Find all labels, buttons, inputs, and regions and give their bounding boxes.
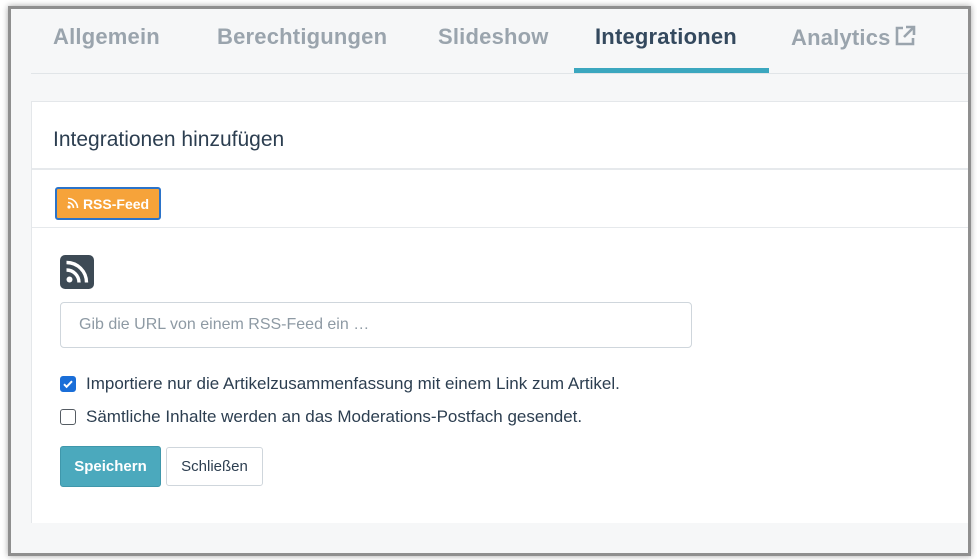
moderation-label: Sämtliche Inhalte werden an das Moderati…	[86, 407, 583, 426]
moderation-option[interactable]: Sämtliche Inhalte werden an das Moderati…	[60, 407, 582, 427]
summary-only-label: Importiere nur die Artikelzusammenfassun…	[86, 374, 620, 393]
rss-feed-button[interactable]: RSS-Feed	[55, 187, 161, 220]
close-button[interactable]: Schließen	[166, 447, 263, 486]
rss-icon	[67, 196, 79, 212]
moderation-checkbox[interactable]	[60, 409, 76, 425]
active-tab-indicator	[574, 68, 769, 73]
summary-only-checkbox[interactable]	[60, 376, 76, 392]
rss-feed-button-label: RSS-Feed	[82, 195, 150, 212]
summary-only-option[interactable]: Importiere nur die Artikelzusammenfassun…	[60, 374, 620, 394]
tab-berechtigungen[interactable]: Berechtigungen	[217, 24, 387, 50]
panel-title: Integrationen hinzufügen	[53, 128, 285, 151]
tab-analytics[interactable]: Analytics	[791, 24, 917, 54]
integrations-window: Allgemein Berechtigungen Slideshow Integ…	[8, 6, 971, 556]
panel-divider	[32, 168, 968, 170]
tab-analytics-label: Analytics	[791, 25, 891, 50]
tab-integrationen[interactable]: Integrationen	[595, 24, 737, 50]
rss-square-icon	[60, 255, 94, 289]
tab-slideshow[interactable]: Slideshow	[438, 24, 549, 50]
external-link-icon	[893, 24, 917, 54]
rss-url-input[interactable]	[60, 302, 692, 348]
tab-bar: Allgemein Berechtigungen Slideshow Integ…	[31, 9, 968, 74]
integrations-panel: Integrationen hinzufügen RSS-Feed Gib di…	[31, 101, 968, 523]
tab-allgemein[interactable]: Allgemein	[53, 24, 160, 50]
save-button[interactable]: Speichern	[60, 446, 161, 487]
rss-form: Importiere nur die Artikelzusammenfassun…	[32, 227, 968, 523]
